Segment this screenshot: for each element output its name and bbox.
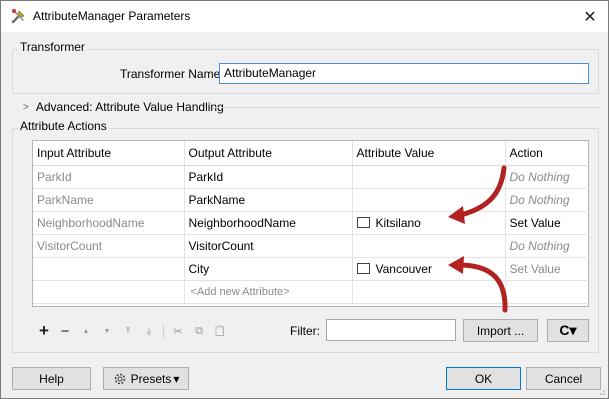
scissors-icon: ✂	[173, 325, 183, 338]
output-attribute-cell[interactable]: City	[184, 257, 353, 281]
paste-button[interactable]: 📋	[213, 326, 227, 337]
refresh-icon: C▾	[559, 322, 577, 338]
minus-icon: −	[60, 322, 70, 340]
column-header-output-attribute[interactable]: Output Attribute	[184, 141, 353, 166]
chevron-right-icon: >	[23, 101, 29, 113]
title-bar: AttributeManager Parameters ✕	[1, 1, 608, 32]
resize-grip-icon[interactable]	[596, 386, 606, 396]
output-attribute-cell[interactable]: VisitorCount	[184, 234, 353, 258]
import-button[interactable]: Import ...	[463, 319, 538, 342]
attribute-value-cell[interactable]	[352, 234, 506, 258]
column-header-attribute-value[interactable]: Attribute Value	[352, 141, 506, 166]
column-header-input-attribute[interactable]: Input Attribute	[33, 141, 185, 166]
advanced-divider	[215, 107, 599, 108]
action-cell[interactable]: Do Nothing	[505, 188, 590, 212]
attribute-value-cell[interactable]	[352, 188, 506, 212]
window-title: AttributeManager Parameters	[33, 9, 191, 23]
action-cell[interactable]: Do Nothing	[505, 165, 590, 189]
input-attribute-cell[interactable]	[33, 280, 185, 304]
move-down-button[interactable]: ▼	[100, 328, 114, 335]
dialog-window: AttributeManager Parameters ✕ Transforme…	[0, 0, 609, 399]
action-cell[interactable]: Set Value	[505, 257, 590, 281]
attribute-actions-group-label: Attribute Actions	[18, 119, 109, 133]
arrow-up-icon: ▲	[82, 327, 90, 335]
cancel-button[interactable]: Cancel	[526, 367, 601, 390]
value-editor-icon[interactable]	[356, 216, 370, 228]
copy-button[interactable]: ⧉	[192, 325, 206, 338]
attribute-value-cell[interactable]: Kitsilano	[352, 211, 506, 235]
input-attribute-cell[interactable]: ParkId	[33, 165, 185, 189]
add-row-button[interactable]: +	[37, 321, 51, 341]
help-button[interactable]: Help	[12, 367, 91, 390]
presets-button-label: Presets	[130, 371, 172, 386]
advanced-section-toggle[interactable]: > Advanced: Attribute Value Handling	[23, 100, 224, 114]
presets-gear-icon	[114, 373, 125, 384]
move-bottom-icon: ⤓	[146, 325, 152, 337]
add-attribute-row[interactable]: <Add new Attribute>	[33, 280, 590, 304]
transformer-group-label: Transformer	[18, 40, 87, 54]
plus-icon: +	[39, 321, 49, 340]
table-row[interactable]: City Vancouver Set Value	[33, 257, 590, 281]
attribute-value-cell[interactable]	[352, 165, 506, 189]
remove-row-button[interactable]: −	[58, 323, 72, 340]
filter-label: Filter:	[290, 324, 320, 338]
advanced-section-label: Advanced: Attribute Value Handling	[35, 100, 224, 114]
output-attribute-cell[interactable]: NeighborhoodName	[184, 211, 353, 235]
action-cell[interactable]: Set Value	[505, 211, 590, 235]
toolbar-divider	[163, 324, 164, 338]
column-header-action[interactable]: Action	[505, 141, 590, 166]
import-button-label: Import ...	[476, 323, 525, 338]
table-row[interactable]: NeighborhoodName NeighborhoodName Kitsil…	[33, 211, 590, 235]
transformer-name-input[interactable]: AttributeManager	[219, 63, 589, 84]
action-cell[interactable]: Do Nothing	[505, 234, 590, 258]
help-button-label: Help	[39, 371, 64, 386]
attribute-value-cell[interactable]	[352, 280, 506, 304]
cancel-button-label: Cancel	[544, 371, 583, 386]
presets-button[interactable]: Presets ▾	[103, 367, 189, 390]
ok-button-label: OK	[474, 371, 493, 386]
filter-input[interactable]	[326, 319, 456, 341]
action-cell[interactable]	[505, 280, 590, 304]
chevron-down-icon: ▾	[173, 371, 180, 386]
output-attribute-cell[interactable]: ParkName	[184, 188, 353, 212]
cut-button[interactable]: ✂	[171, 325, 185, 338]
move-top-icon: ⤒	[125, 325, 131, 337]
clipboard-icon: 📋	[213, 325, 227, 337]
attribute-table: Input Attribute Output Attribute Attribu…	[32, 140, 590, 307]
table-row[interactable]: VisitorCount VisitorCount Do Nothing	[33, 234, 590, 258]
arrow-down-icon: ▼	[103, 327, 111, 335]
move-to-top-button[interactable]: ⤒	[121, 326, 135, 337]
table-header-row: Input Attribute Output Attribute Attribu…	[33, 141, 590, 166]
move-to-bottom-button[interactable]: ⤓	[142, 326, 156, 337]
move-up-button[interactable]: ▲	[79, 328, 93, 335]
input-attribute-cell[interactable]: ParkName	[33, 188, 185, 212]
output-attribute-cell[interactable]: ParkId	[184, 165, 353, 189]
add-new-attribute-cell[interactable]: <Add new Attribute>	[184, 280, 353, 304]
refresh-dropdown-button[interactable]: C▾	[547, 319, 589, 342]
close-icon: ✕	[583, 8, 597, 26]
attribute-value-text: Kitsilano	[375, 215, 421, 230]
value-editor-icon[interactable]	[356, 262, 370, 274]
ok-button[interactable]: OK	[446, 367, 521, 390]
input-attribute-cell[interactable]: VisitorCount	[33, 234, 185, 258]
table-toolbar: + − ▲ ▼ ⤒ ⤓ ✂ ⧉ 📋	[37, 321, 234, 341]
attribute-value-cell[interactable]: Vancouver	[352, 257, 506, 281]
attribute-value-text: Vancouver	[375, 261, 432, 276]
tools-icon	[11, 9, 25, 24]
input-attribute-cell[interactable]: NeighborhoodName	[33, 211, 185, 235]
table-row[interactable]: ParkId ParkId Do Nothing	[33, 165, 590, 189]
transformer-name-label: Transformer Name:	[120, 67, 224, 81]
close-button[interactable]: ✕	[572, 1, 608, 32]
input-attribute-cell[interactable]	[33, 257, 185, 281]
copy-icon: ⧉	[195, 324, 203, 337]
table-row[interactable]: ParkName ParkName Do Nothing	[33, 188, 590, 212]
